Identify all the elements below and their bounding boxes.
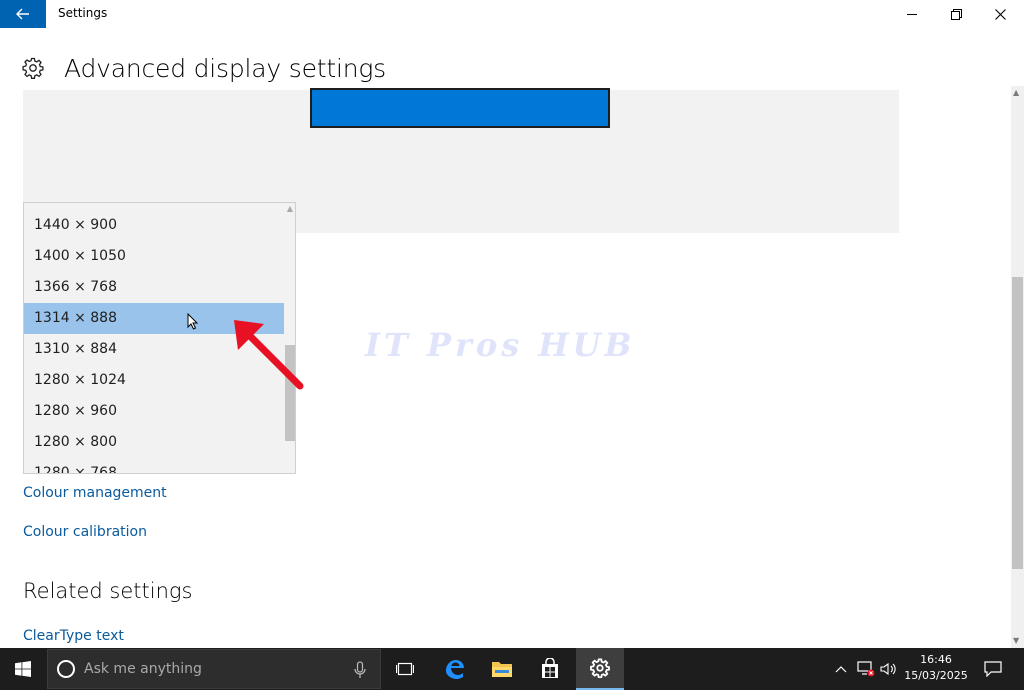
store-icon bbox=[542, 658, 558, 678]
resolution-option[interactable]: 1280 × 800 bbox=[24, 427, 284, 458]
close-icon bbox=[994, 8, 1006, 20]
colour-calibration-link[interactable]: Colour calibration bbox=[23, 524, 147, 540]
chevron-up-icon bbox=[835, 666, 847, 673]
watermark: IT Pros HUB bbox=[365, 326, 636, 364]
resolution-option[interactable]: 1280 × 960 bbox=[24, 396, 284, 427]
scroll-up-icon[interactable]: ▲ bbox=[1013, 88, 1019, 97]
resolution-option[interactable]: 1400 × 1050 bbox=[24, 241, 284, 272]
title-bar: Settings bbox=[0, 0, 1024, 28]
close-button[interactable] bbox=[978, 0, 1022, 28]
clock-time: 16:46 bbox=[920, 653, 952, 666]
page-title: Advanced display settings bbox=[64, 53, 386, 83]
network-disconnected-icon bbox=[857, 661, 875, 677]
edge-icon bbox=[446, 660, 464, 679]
notification-icon bbox=[984, 661, 1002, 677]
task-view-icon bbox=[396, 662, 414, 676]
show-hidden-icons-button[interactable] bbox=[830, 648, 852, 690]
clock[interactable]: 16:46 15/03/2025 bbox=[902, 652, 970, 684]
scroll-down-icon[interactable]: ▼ bbox=[1013, 636, 1019, 645]
restore-button[interactable] bbox=[934, 0, 978, 28]
back-arrow-icon bbox=[16, 8, 29, 20]
network-button[interactable] bbox=[854, 648, 878, 690]
settings-gear-icon bbox=[590, 658, 610, 678]
resolution-option[interactable]: 1366 × 768 bbox=[24, 272, 284, 303]
windows-logo-icon bbox=[15, 661, 31, 677]
speaker-icon bbox=[880, 662, 896, 676]
cortana-icon bbox=[57, 660, 75, 678]
store-button[interactable] bbox=[528, 648, 572, 690]
folder-icon bbox=[492, 662, 512, 677]
main-scrollbar-thumb[interactable] bbox=[1012, 277, 1023, 569]
settings-taskbar-button[interactable] bbox=[576, 648, 624, 690]
gear-icon bbox=[22, 57, 44, 79]
mouse-cursor-icon bbox=[187, 313, 199, 330]
minimize-icon bbox=[906, 13, 917, 15]
edge-button[interactable] bbox=[432, 648, 476, 690]
start-button[interactable] bbox=[0, 648, 46, 690]
task-view-button[interactable] bbox=[384, 648, 426, 690]
file-explorer-button[interactable] bbox=[480, 648, 524, 690]
microphone-icon[interactable] bbox=[354, 661, 366, 679]
settings-window: Settings Advanced display settings IT Pr… bbox=[0, 0, 1024, 690]
annotation-arrow-icon bbox=[234, 320, 304, 390]
resolution-option[interactable]: 1440 × 900 bbox=[24, 210, 284, 241]
action-center-button[interactable] bbox=[978, 648, 1008, 690]
back-button[interactable] bbox=[0, 0, 46, 28]
resolution-option[interactable]: 1280 × 768 bbox=[24, 458, 284, 473]
minimize-button[interactable] bbox=[890, 0, 934, 28]
clock-date: 15/03/2025 bbox=[904, 669, 968, 682]
scroll-up-arrow-icon[interactable]: ▲ bbox=[287, 204, 293, 213]
page-header: Advanced display settings bbox=[22, 50, 386, 86]
cleartype-text-link[interactable]: ClearType text bbox=[23, 628, 124, 644]
volume-button[interactable] bbox=[878, 648, 900, 690]
taskbar: Ask me anything 16:46 15/03/2025 bbox=[0, 648, 1024, 690]
restore-icon bbox=[950, 8, 962, 20]
related-settings-heading: Related settings bbox=[23, 579, 193, 603]
cortana-search-box[interactable]: Ask me anything bbox=[47, 649, 381, 689]
monitor-1[interactable] bbox=[310, 88, 610, 128]
colour-management-link[interactable]: Colour management bbox=[23, 485, 167, 501]
main-scrollbar[interactable]: ▲ ▼ bbox=[1011, 86, 1024, 648]
search-placeholder: Ask me anything bbox=[84, 661, 202, 677]
app-title: Settings bbox=[58, 6, 108, 20]
